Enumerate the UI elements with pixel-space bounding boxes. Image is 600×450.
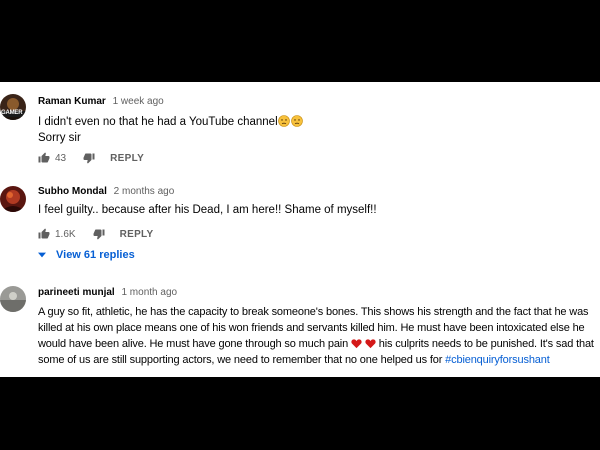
comment-text: I feel guilty.. because after his Dead, … [38, 204, 377, 216]
author-name[interactable]: Raman Kumar [38, 96, 106, 107]
author-name[interactable]: parineeti munjal [38, 287, 115, 298]
comment-actions: 43 REPLY [38, 151, 144, 165]
view-replies-button[interactable]: View 61 replies [38, 249, 135, 261]
avatar-image [0, 186, 26, 212]
comment-header: Subho Mondal 2 months ago [38, 186, 174, 197]
disappointed-face-icon [290, 115, 303, 127]
reply-button[interactable]: REPLY [120, 229, 154, 240]
thumbs-up-icon[interactable] [38, 228, 50, 240]
avatar[interactable] [0, 186, 26, 212]
avatar-image [0, 286, 26, 312]
red-heart-icon [351, 339, 362, 349]
comment-timestamp[interactable]: 1 month ago [121, 287, 177, 298]
chevron-down-icon [38, 252, 46, 258]
thumbs-down-icon[interactable] [83, 152, 95, 164]
like-count: 43 [55, 152, 67, 164]
thumbs-up-icon[interactable] [38, 152, 50, 164]
view-replies-label: View 61 replies [56, 249, 135, 261]
comment-text: I didn't even no that he had a YouTube c… [38, 114, 596, 146]
disappointed-face-icon [277, 115, 290, 127]
like-count: 1.6K [55, 228, 76, 240]
comment-text-line: Sorry sir [38, 132, 81, 144]
hashtag-link[interactable]: #cbienquiryforsushant [445, 354, 550, 366]
comment-text-line: I didn't even no that he had a YouTube c… [38, 116, 278, 128]
avatar[interactable]: GAMER [0, 94, 26, 120]
comment-actions: 1.6K REPLY [38, 227, 154, 241]
comment-timestamp[interactable]: 1 week ago [113, 96, 164, 107]
comment-header: Raman Kumar 1 week ago [38, 96, 164, 107]
gamer-avatar-image [0, 94, 26, 120]
comment-timestamp[interactable]: 2 months ago [114, 186, 175, 197]
avatar-label: GAMER [1, 110, 23, 116]
comment-header: parineeti munjal 1 month ago [38, 287, 177, 298]
avatar[interactable] [0, 286, 26, 312]
thumbs-down-icon[interactable] [93, 228, 105, 240]
comments-panel: GAMER Raman Kumar 1 week ago I didn't ev… [0, 82, 600, 377]
comment-text: A guy so fit, athletic, he has the capac… [38, 304, 596, 368]
reply-button[interactable]: REPLY [110, 153, 144, 164]
author-name[interactable]: Subho Mondal [38, 186, 107, 197]
red-heart-icon [365, 339, 376, 349]
